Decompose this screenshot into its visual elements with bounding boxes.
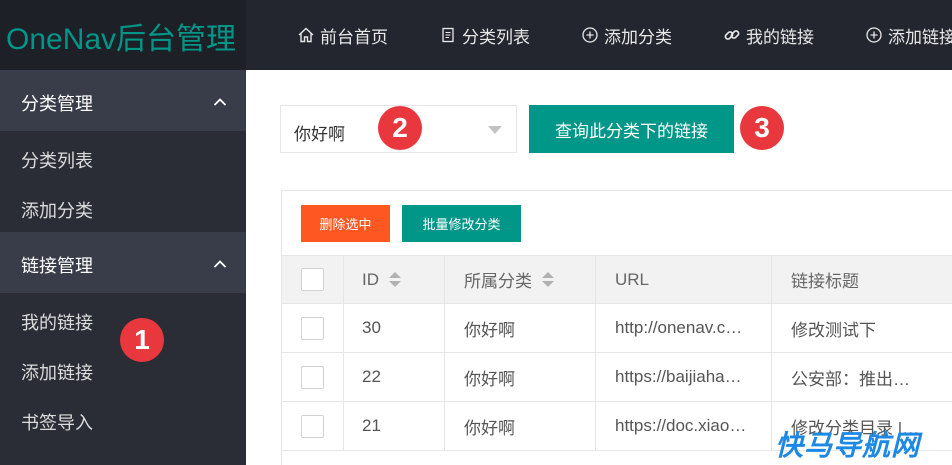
cell-category: 你好啊: [445, 353, 596, 401]
cell-url: http://onenav.c…: [596, 304, 772, 352]
sort-icon[interactable]: [542, 271, 554, 288]
row-checkbox-cell: [282, 304, 344, 352]
nav-item-home[interactable]: 前台首页: [296, 0, 388, 70]
chevron-up-icon: [212, 94, 228, 110]
category-select-value: 你好啊: [294, 125, 345, 144]
cell-title-text: 修改测试下: [791, 320, 876, 340]
sidebar-item-bookmark-import[interactable]: 书签导入: [0, 394, 246, 444]
watermark: 快马导航网: [775, 430, 921, 461]
cell-url-text[interactable]: http://onenav.c…: [615, 318, 742, 338]
sort-icon[interactable]: [389, 271, 401, 288]
nav-label: 我的链接: [746, 27, 814, 47]
caret-down-icon: [488, 126, 502, 134]
column-header-url: URL: [596, 256, 772, 303]
nav-label: 添加链接: [888, 27, 952, 47]
annotation-marker-2: 2: [378, 106, 422, 150]
row-checkbox-cell: [282, 353, 344, 401]
document-icon: [438, 25, 458, 45]
column-header-label: 所属分类: [464, 272, 532, 291]
column-header-label: 链接标题: [791, 272, 859, 291]
sidebar-item-label: 我的链接: [21, 313, 93, 333]
sidebar-item-category-list[interactable]: 分类列表: [0, 132, 246, 182]
table-row[interactable]: 30 你好啊 http://onenav.c… 修改测试下: [282, 304, 952, 353]
annotation-marker-3: 3: [740, 106, 784, 150]
select-all-checkbox[interactable]: [301, 268, 324, 291]
cell-category: 你好啊: [445, 402, 596, 450]
sidebar-item-label: 书签导入: [21, 413, 93, 433]
home-icon: [296, 25, 316, 45]
plus-circle-icon: [864, 25, 884, 45]
logo-text[interactable]: OneNav后台管理: [6, 14, 236, 58]
nav-label: 添加分类: [604, 27, 672, 47]
column-header-label: URL: [615, 269, 650, 289]
column-header-id[interactable]: ID: [344, 256, 445, 303]
cell-id: 21: [344, 402, 445, 450]
header-checkbox-cell: [282, 256, 344, 303]
sidebar-item-label: 添加分类: [21, 201, 93, 221]
nav-label: 分类列表: [462, 27, 530, 47]
cell-url-text[interactable]: https://doc.xiao…: [615, 416, 746, 436]
cell-id: 30: [344, 304, 445, 352]
sidebar-group-links[interactable]: 链接管理: [0, 232, 246, 294]
batch-change-category-button[interactable]: 批量修改分类: [402, 205, 521, 242]
link-icon: [722, 25, 742, 45]
sidebar-item-label: 分类列表: [21, 151, 93, 171]
main-content: 你好啊 2 查询此分类下的链接 3 删除选中 批量修改分类 ID 所属分类 UR…: [246, 70, 952, 465]
nav-label: 前台首页: [320, 27, 388, 47]
row-checkbox-cell: [282, 402, 344, 450]
top-header: OneNav后台管理 前台首页 分类列表 添加分类 我的链接 添加链接: [0, 0, 952, 70]
query-category-links-button[interactable]: 查询此分类下的链接: [529, 105, 734, 153]
sidebar: 分类管理 分类列表 添加分类 链接管理 我的链接 添加链接 书签导入: [0, 70, 246, 465]
cell-id: 22: [344, 353, 445, 401]
sidebar-group-label: 链接管理: [21, 256, 93, 276]
row-checkbox[interactable]: [301, 316, 324, 340]
sidebar-group-label: 分类管理: [21, 94, 93, 114]
column-header-category[interactable]: 所属分类: [445, 256, 596, 303]
nav-item-add-category[interactable]: 添加分类: [580, 0, 672, 70]
row-checkbox[interactable]: [301, 365, 324, 389]
sidebar-item-label: 添加链接: [21, 363, 93, 383]
sidebar-group-category[interactable]: 分类管理: [0, 70, 246, 132]
annotation-marker-1: 1: [120, 318, 164, 362]
cell-url: https://doc.xiao…: [596, 402, 772, 450]
delete-selected-button[interactable]: 删除选中: [301, 205, 390, 242]
row-checkbox[interactable]: [301, 414, 324, 438]
nav-item-category-list[interactable]: 分类列表: [438, 0, 530, 70]
nav-item-my-links[interactable]: 我的链接: [722, 0, 814, 70]
chevron-up-icon: [212, 256, 228, 272]
top-nav: 前台首页 分类列表 添加分类 我的链接 添加链接: [280, 0, 952, 70]
cell-category: 你好啊: [445, 304, 596, 352]
table-header: ID 所属分类 URL 链接标题: [282, 255, 952, 304]
column-header-label: ID: [362, 269, 379, 289]
logo-area: OneNav后台管理: [0, 0, 246, 70]
cell-title-text: 公安部：推出…: [791, 369, 910, 389]
sidebar-item-add-category[interactable]: 添加分类: [0, 182, 246, 232]
plus-circle-icon: [580, 25, 600, 45]
cell-title: 公安部：推出…: [772, 353, 952, 401]
cell-title: 修改测试下: [772, 304, 952, 352]
nav-item-add-link[interactable]: 添加链接: [864, 0, 952, 70]
cell-url-text[interactable]: https://baijiaha…: [615, 367, 742, 387]
column-header-title: 链接标题: [772, 256, 952, 303]
cell-url: https://baijiaha…: [596, 353, 772, 401]
table-row[interactable]: 22 你好啊 https://baijiaha… 公安部：推出…: [282, 353, 952, 402]
